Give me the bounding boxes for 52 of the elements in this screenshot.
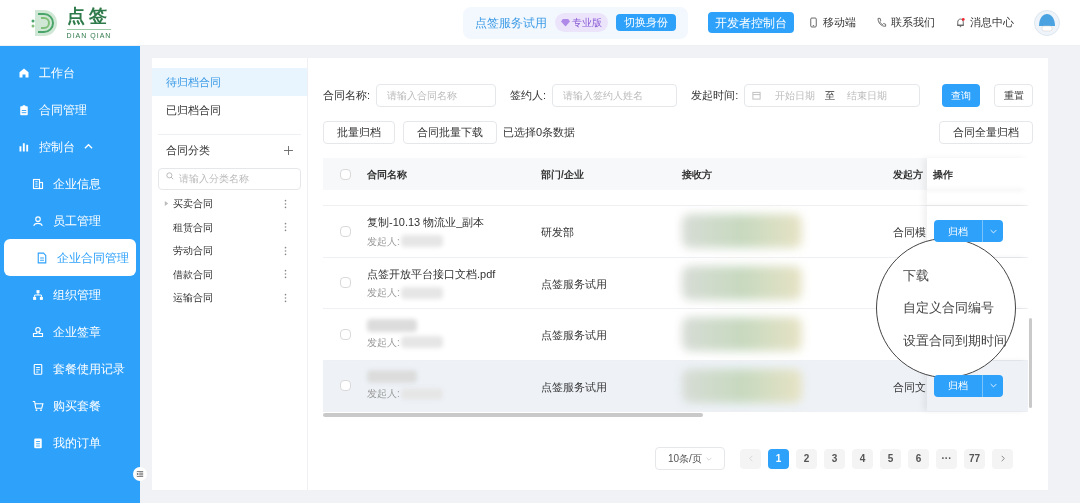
logo-title: 点签: [66, 6, 112, 25]
header-link[interactable]: 消息中心: [955, 14, 1014, 31]
page-button[interactable]: 6: [908, 448, 929, 469]
table-cell: 合同模: [893, 226, 926, 239]
category-item[interactable]: 劳动合同: [173, 243, 213, 259]
archive-all-button[interactable]: 合同全量归档: [939, 121, 1033, 144]
category-item[interactable]: 运输合同: [173, 290, 213, 306]
column-header: 发起方: [893, 167, 923, 182]
table-cell: 研发部: [541, 226, 574, 239]
page-button[interactable]: 3: [824, 448, 845, 469]
table-cell: 点签服务试用: [541, 277, 607, 290]
column-header: 接收方: [682, 167, 712, 182]
contract-name-field[interactable]: 请输入合同名称: [376, 84, 497, 107]
column-header: 合同名称: [367, 167, 407, 182]
page-button[interactable]: 2: [796, 448, 817, 469]
menu-item[interactable]: 自定义合同编号: [903, 298, 1015, 318]
menu-item[interactable]: 下载: [903, 265, 1015, 286]
page-button[interactable]: 4: [852, 448, 873, 469]
category-item[interactable]: 租赁合同: [173, 219, 213, 235]
action-button[interactable]: 批量归档: [323, 121, 395, 144]
account-name: 点签服务试用: [475, 14, 547, 32]
page-button[interactable]: 77: [964, 448, 985, 469]
field-label: 签约人:: [510, 88, 547, 104]
contract-name: 点签开放平台接口文档.pdf: [367, 266, 497, 282]
table-cell: 点签服务试用: [541, 329, 607, 342]
edition-label: 专业版: [572, 16, 602, 30]
column-header: 操作: [933, 167, 953, 182]
initiator-label: 发起人:: [367, 387, 400, 402]
table-cell: 点签服务试用: [541, 380, 607, 393]
selection-info: 已选择0条数据: [503, 125, 576, 141]
page-button[interactable]: 5: [880, 448, 901, 469]
field-label: 发起时间:: [691, 88, 739, 104]
table-cell: 合同文: [893, 380, 926, 393]
page-button[interactable]: ···: [936, 448, 957, 469]
reset-button[interactable]: 重置: [994, 84, 1033, 107]
column-header: 部门/企业: [541, 167, 584, 182]
action-button[interactable]: 合同批量下载: [403, 121, 497, 144]
initiator-label: 发起人:: [367, 234, 400, 249]
header-link[interactable]: 移动端: [808, 14, 856, 31]
range-separator: 至: [825, 89, 837, 103]
initiator-label: 发起人:: [367, 335, 400, 350]
header-link[interactable]: 联系我们: [876, 14, 935, 31]
field-label: 合同名称:: [323, 88, 371, 104]
page-size-select[interactable]: 10条/页: [655, 447, 725, 470]
page-size-value: 10条/页: [668, 452, 702, 466]
contract-name: 复制-10.13 物流业_副本: [367, 215, 486, 230]
initiator-label: 发起人:: [367, 286, 400, 300]
category-tab[interactable]: 已归档合同: [152, 96, 307, 124]
menu-item[interactable]: 设置合同到期时间: [903, 330, 1015, 351]
section-title: 合同分类: [166, 142, 210, 158]
category-item[interactable]: 借款合同: [173, 266, 213, 282]
category-item[interactable]: 买卖合同: [173, 196, 213, 212]
